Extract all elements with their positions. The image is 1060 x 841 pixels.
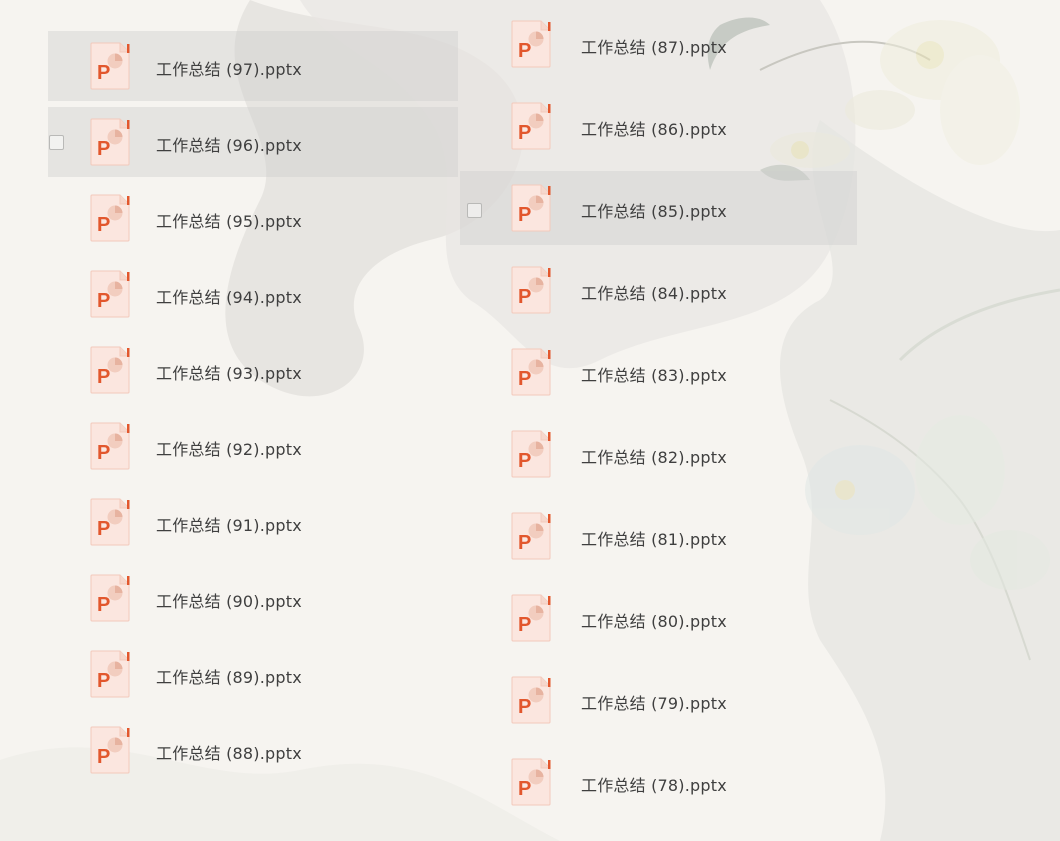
- file-name: 工作总结 (78).pptx: [581, 776, 727, 795]
- file-name: 工作总结 (85).pptx: [581, 202, 727, 221]
- pptx-file-icon: P: [89, 345, 131, 395]
- file-name: 工作总结 (91).pptx: [156, 516, 302, 535]
- file-name: 工作总结 (79).pptx: [581, 694, 727, 713]
- svg-text:P: P: [97, 138, 110, 160]
- svg-text:P: P: [97, 746, 110, 768]
- pptx-file-icon: P: [510, 757, 552, 807]
- svg-text:P: P: [97, 594, 110, 616]
- file-item[interactable]: P 工作总结 (92).pptx: [48, 411, 458, 481]
- file-name: 工作总结 (90).pptx: [156, 592, 302, 611]
- svg-text:P: P: [518, 614, 531, 636]
- pptx-file-icon: P: [510, 593, 552, 643]
- file-item[interactable]: P 工作总结 (94).pptx: [48, 259, 458, 329]
- file-item[interactable]: P 工作总结 (78).pptx: [460, 745, 857, 819]
- pptx-file-icon: P: [510, 265, 552, 315]
- file-item[interactable]: P 工作总结 (85).pptx: [460, 171, 857, 245]
- pptx-file-icon: P: [89, 725, 131, 775]
- pptx-file-icon: P: [89, 193, 131, 243]
- file-name: 工作总结 (84).pptx: [581, 284, 727, 303]
- svg-text:P: P: [518, 368, 531, 390]
- svg-text:P: P: [518, 450, 531, 472]
- file-item[interactable]: P 工作总结 (93).pptx: [48, 335, 458, 405]
- select-checkbox[interactable]: [49, 135, 64, 150]
- file-name: 工作总结 (94).pptx: [156, 288, 302, 307]
- file-name: 工作总结 (89).pptx: [156, 668, 302, 687]
- svg-text:P: P: [518, 778, 531, 800]
- file-name: 工作总结 (93).pptx: [156, 364, 302, 383]
- file-item[interactable]: P 工作总结 (86).pptx: [460, 89, 857, 163]
- pptx-file-icon: P: [510, 511, 552, 561]
- file-item[interactable]: P 工作总结 (81).pptx: [460, 499, 857, 573]
- pptx-file-icon: P: [89, 649, 131, 699]
- svg-text:P: P: [97, 62, 110, 84]
- pptx-file-icon: P: [89, 573, 131, 623]
- file-item[interactable]: P 工作总结 (97).pptx: [48, 31, 458, 101]
- svg-text:P: P: [97, 290, 110, 312]
- svg-text:P: P: [97, 670, 110, 692]
- file-item[interactable]: P 工作总结 (89).pptx: [48, 639, 458, 709]
- file-name: 工作总结 (95).pptx: [156, 212, 302, 231]
- file-item[interactable]: P 工作总结 (82).pptx: [460, 417, 857, 491]
- file-item[interactable]: P 工作总结 (95).pptx: [48, 183, 458, 253]
- file-name: 工作总结 (86).pptx: [581, 120, 727, 139]
- file-name: 工作总结 (83).pptx: [581, 366, 727, 385]
- file-item[interactable]: P 工作总结 (90).pptx: [48, 563, 458, 633]
- svg-text:P: P: [97, 518, 110, 540]
- file-name: 工作总结 (88).pptx: [156, 744, 302, 763]
- pptx-file-icon: P: [510, 101, 552, 151]
- pptx-file-icon: P: [89, 117, 131, 167]
- svg-text:P: P: [518, 532, 531, 554]
- svg-text:P: P: [518, 122, 531, 144]
- file-name: 工作总结 (97).pptx: [156, 60, 302, 79]
- pptx-file-icon: P: [510, 347, 552, 397]
- file-item[interactable]: P 工作总结 (96).pptx: [48, 107, 458, 177]
- file-item[interactable]: P 工作总结 (79).pptx: [460, 663, 857, 737]
- select-checkbox[interactable]: [467, 203, 482, 218]
- pptx-file-icon: P: [510, 429, 552, 479]
- file-name: 工作总结 (82).pptx: [581, 448, 727, 467]
- svg-text:P: P: [518, 40, 531, 62]
- file-item[interactable]: P 工作总结 (80).pptx: [460, 581, 857, 655]
- pptx-file-icon: P: [510, 19, 552, 69]
- file-item[interactable]: P 工作总结 (91).pptx: [48, 487, 458, 557]
- pptx-file-icon: P: [510, 675, 552, 725]
- svg-text:P: P: [518, 696, 531, 718]
- svg-text:P: P: [97, 366, 110, 388]
- file-name: 工作总结 (81).pptx: [581, 530, 727, 549]
- svg-text:P: P: [518, 204, 531, 226]
- pptx-file-icon: P: [89, 269, 131, 319]
- pptx-file-icon: P: [89, 41, 131, 91]
- file-name: 工作总结 (92).pptx: [156, 440, 302, 459]
- pptx-file-icon: P: [89, 421, 131, 471]
- file-item[interactable]: P 工作总结 (88).pptx: [48, 715, 458, 785]
- svg-text:P: P: [97, 442, 110, 464]
- file-item[interactable]: P 工作总结 (87).pptx: [460, 7, 857, 81]
- pptx-file-icon: P: [89, 497, 131, 547]
- file-name: 工作总结 (80).pptx: [581, 612, 727, 631]
- file-name: 工作总结 (96).pptx: [156, 136, 302, 155]
- svg-text:P: P: [518, 286, 531, 308]
- file-item[interactable]: P 工作总结 (83).pptx: [460, 335, 857, 409]
- svg-text:P: P: [97, 214, 110, 236]
- pptx-file-icon: P: [510, 183, 552, 233]
- file-name: 工作总结 (87).pptx: [581, 38, 727, 57]
- file-item[interactable]: P 工作总结 (84).pptx: [460, 253, 857, 327]
